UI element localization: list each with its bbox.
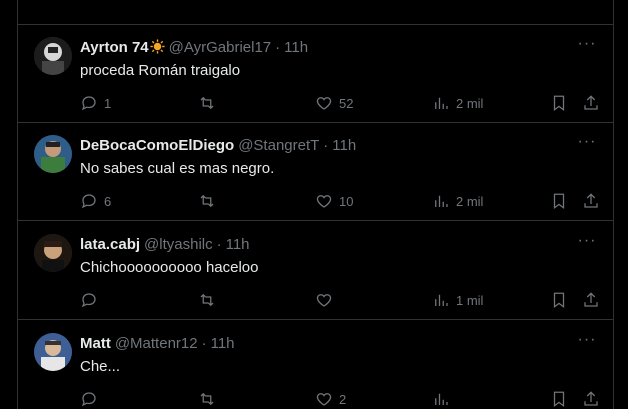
- view-count: 1 mil: [456, 292, 484, 308]
- bookmark-button[interactable]: [550, 191, 568, 211]
- avatar[interactable]: [34, 333, 72, 371]
- tweet-header: lata.cabj @ltyashilc · 11h: [80, 235, 597, 255]
- separator: ·: [275, 39, 281, 56]
- avatar[interactable]: [34, 234, 72, 272]
- tweet[interactable]: Ayrton 74 @AyrGabriel17 · 11h ··· proceda R…: [18, 25, 613, 123]
- tweet-actions: 1 52 2 mil: [80, 93, 600, 113]
- tweet-actions: 1 mil: [80, 290, 600, 310]
- avatar[interactable]: [34, 37, 72, 75]
- tweet-actions: 6 10 2 mil: [80, 191, 600, 211]
- retweet-icon: [200, 392, 214, 406]
- heart-icon: [316, 393, 332, 406]
- bookmark-button[interactable]: [550, 389, 568, 409]
- share-icon: [584, 193, 598, 208]
- sun-emoji: [150, 39, 165, 54]
- like-count: 2: [339, 391, 347, 407]
- share-icon: [584, 292, 598, 307]
- view-count: 2 mil: [456, 193, 484, 209]
- views-icon: [435, 294, 448, 306]
- heart-icon: [316, 97, 332, 110]
- reply-icon: [81, 392, 96, 407]
- views-button[interactable]: 2 mil: [432, 93, 483, 113]
- bookmark-icon: [553, 292, 565, 309]
- views-icon: [435, 393, 448, 405]
- reply-count: 1: [104, 95, 112, 111]
- more-options-icon[interactable]: ···: [577, 233, 597, 254]
- handle[interactable]: @ltyashilc: [144, 236, 213, 253]
- retweet-button[interactable]: [198, 290, 222, 310]
- display-name[interactable]: Ayrton 74: [80, 39, 149, 56]
- reply-icon: [81, 293, 96, 308]
- heart-icon: [316, 195, 332, 208]
- retweet-icon: [200, 96, 214, 110]
- avatar[interactable]: [34, 135, 72, 173]
- timestamp[interactable]: 11h: [332, 137, 356, 154]
- timestamp[interactable]: 11h: [226, 236, 250, 253]
- bookmark-button[interactable]: [550, 93, 568, 113]
- share-button[interactable]: [582, 93, 600, 113]
- bookmark-button[interactable]: [550, 290, 568, 310]
- timestamp[interactable]: 11h: [284, 39, 308, 56]
- views-button[interactable]: [432, 389, 456, 409]
- like-button[interactable]: 2: [315, 389, 346, 409]
- bookmark-icon: [553, 193, 565, 210]
- bookmark-icon: [553, 95, 565, 112]
- tweet-text: Che...: [80, 358, 121, 375]
- tweet-text: Chichoooooooooo haceloo: [80, 259, 259, 276]
- like-button[interactable]: 52: [315, 93, 353, 113]
- share-icon: [584, 95, 598, 110]
- like-count: 52: [339, 95, 354, 111]
- reply-button[interactable]: 6: [80, 191, 111, 211]
- separator: ·: [323, 137, 329, 154]
- reply-icon: [81, 194, 96, 209]
- views-button[interactable]: 1 mil: [432, 290, 483, 310]
- more-options-icon[interactable]: ···: [577, 332, 597, 353]
- tweet-header: Ayrton 74 @AyrGabriel17 · 11h: [80, 38, 597, 58]
- timestamp[interactable]: 11h: [211, 335, 235, 352]
- tweet-header: Matt @Mattenr12 · 11h: [80, 334, 597, 354]
- reply-button[interactable]: 1: [80, 93, 111, 113]
- timeline: Ayrton 74 @AyrGabriel17 · 11h ··· proceda R…: [17, 0, 614, 409]
- retweet-icon: [200, 194, 214, 208]
- more-options-icon[interactable]: ···: [577, 36, 597, 57]
- separator: ·: [201, 335, 207, 352]
- display-name[interactable]: DeBocaComoElDiego: [80, 137, 234, 154]
- share-button[interactable]: [582, 290, 600, 310]
- retweet-icon: [200, 293, 214, 307]
- handle[interactable]: @Mattenr12: [115, 335, 198, 352]
- tweet[interactable]: lata.cabj @ltyashilc · 11h ··· Chichooooooo…: [18, 222, 613, 320]
- tweet-actions: 2: [80, 389, 600, 409]
- bookmark-icon: [553, 391, 565, 408]
- tweet[interactable]: Matt @Mattenr12 · 11h ··· Che... 2: [18, 321, 613, 409]
- display-name[interactable]: Matt: [80, 335, 111, 352]
- reply-icon: [81, 96, 96, 111]
- like-count: 10: [339, 193, 354, 209]
- separator: ·: [216, 236, 222, 253]
- reply-count: 6: [104, 193, 112, 209]
- tweet-text: proceda Román traigalo: [80, 62, 241, 79]
- tweet-header: DeBocaComoElDiego @StangretT · 11h: [80, 136, 597, 156]
- reply-button[interactable]: [80, 290, 104, 310]
- like-button[interactable]: [315, 290, 339, 310]
- more-options-icon[interactable]: ···: [577, 134, 597, 155]
- handle[interactable]: @AyrGabriel17: [169, 39, 272, 56]
- share-button[interactable]: [582, 191, 600, 211]
- reply-button[interactable]: [80, 389, 104, 409]
- handle[interactable]: @StangretT: [238, 137, 319, 154]
- display-name[interactable]: lata.cabj: [80, 236, 140, 253]
- views-icon: [435, 97, 448, 109]
- share-button[interactable]: [582, 389, 600, 409]
- tweet[interactable]: DeBocaComoElDiego @StangretT · 11h ··· No s…: [18, 123, 613, 221]
- heart-icon: [316, 294, 332, 307]
- view-count: 2 mil: [456, 95, 484, 111]
- views-button[interactable]: 2 mil: [432, 191, 483, 211]
- retweet-button[interactable]: [198, 389, 222, 409]
- views-icon: [435, 195, 448, 207]
- tweet-text: No sabes cual es mas negro.: [80, 160, 275, 177]
- share-icon: [584, 391, 598, 406]
- retweet-button[interactable]: [198, 93, 222, 113]
- like-button[interactable]: 10: [315, 191, 353, 211]
- retweet-button[interactable]: [198, 191, 222, 211]
